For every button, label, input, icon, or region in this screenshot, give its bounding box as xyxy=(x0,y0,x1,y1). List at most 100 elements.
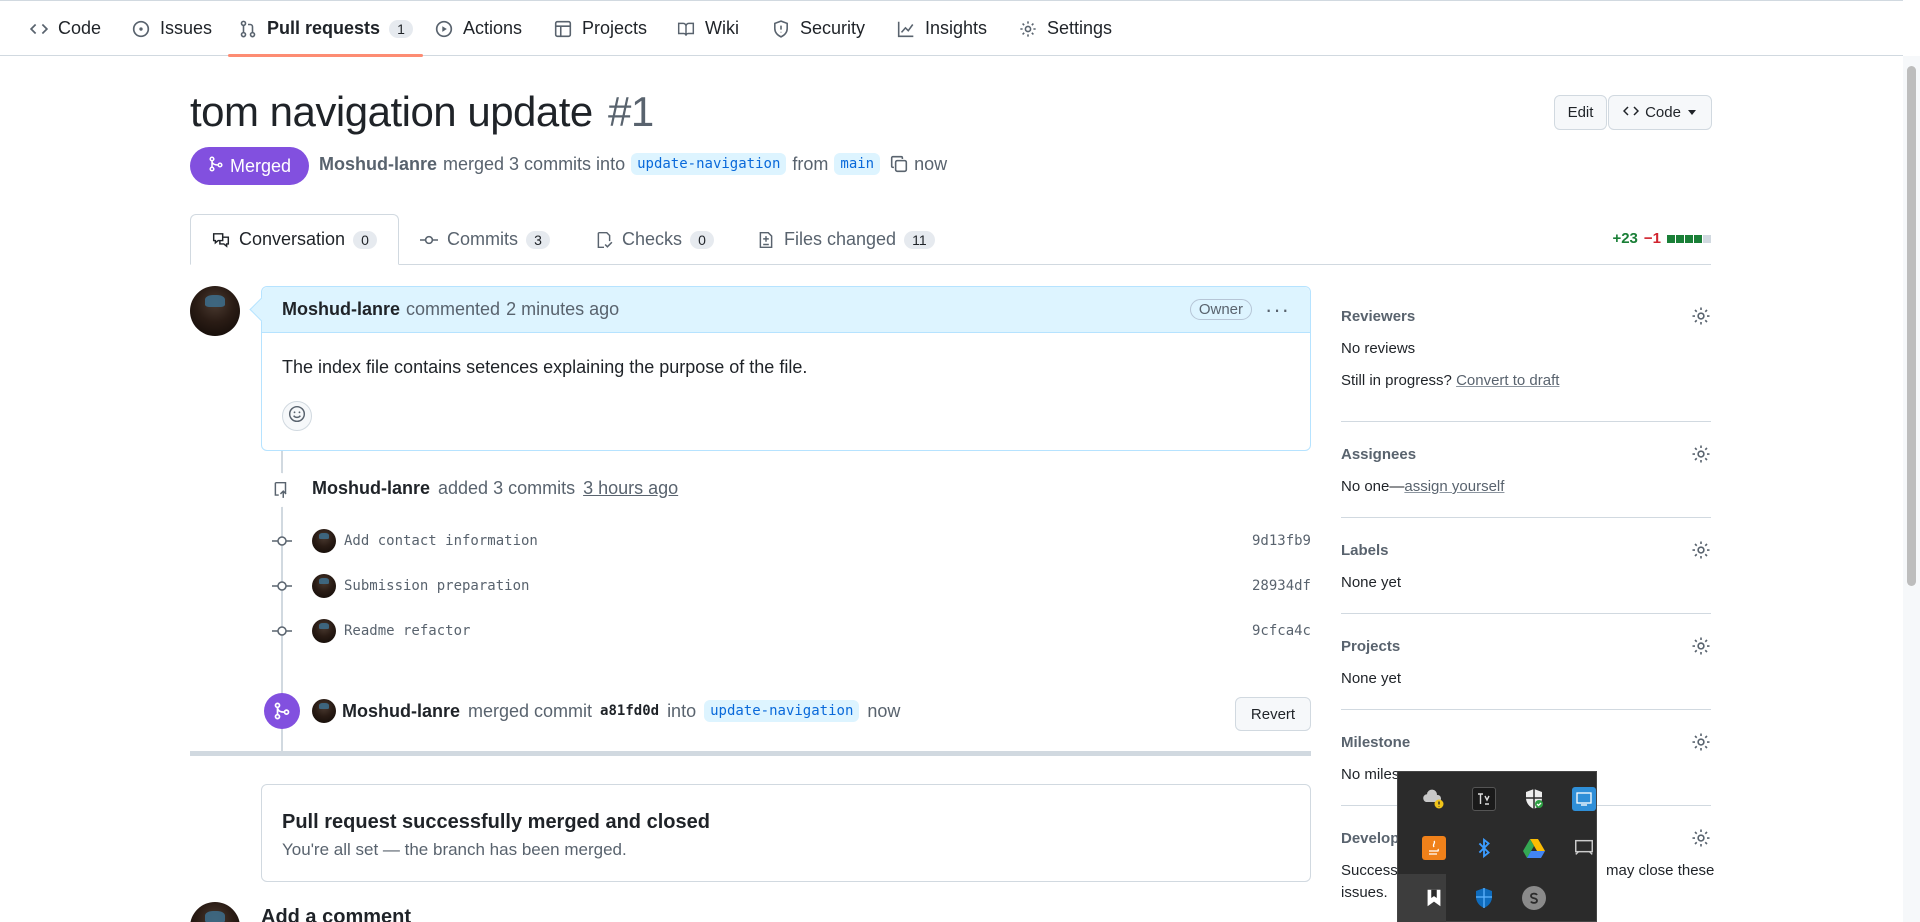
pr-author-link[interactable]: Moshud-lanre xyxy=(319,154,437,175)
tab-commits[interactable]: Commits 3 xyxy=(419,214,550,265)
tab-conversation[interactable]: Conversation 0 xyxy=(190,214,399,265)
repo-push-icon xyxy=(264,473,298,507)
gear-icon[interactable] xyxy=(1691,306,1711,326)
avatar[interactable] xyxy=(312,529,336,553)
git-merge-icon xyxy=(264,693,300,729)
revert-button[interactable]: Revert xyxy=(1235,697,1311,731)
tab-count: 0 xyxy=(690,230,715,249)
event-author[interactable]: Moshud-lanre xyxy=(312,478,430,499)
commit-sha[interactable]: 9cfca4c xyxy=(1252,623,1311,639)
avatar[interactable] xyxy=(312,699,336,723)
tab-insights[interactable]: Insights xyxy=(896,1,987,56)
code-dropdown-button[interactable]: Code xyxy=(1608,95,1712,130)
tab-pull-requests[interactable]: Pull requests 1 xyxy=(227,1,424,57)
tab-projects[interactable]: Projects xyxy=(553,1,647,56)
tab-issues[interactable]: Issues xyxy=(131,1,212,56)
avatar[interactable] xyxy=(190,286,240,336)
milestone-value: No miles xyxy=(1341,766,1400,783)
comment-action: commented xyxy=(406,299,501,319)
merged-status-box: Pull request successfully merged and clo… xyxy=(261,784,1311,882)
avatar[interactable] xyxy=(190,902,240,922)
bookmark-icon[interactable] xyxy=(1422,886,1446,910)
labels-title[interactable]: Labels xyxy=(1341,542,1389,559)
tab-label: Actions xyxy=(463,18,523,38)
bluetooth-icon[interactable] xyxy=(1472,836,1496,860)
copy-icon[interactable] xyxy=(890,155,908,173)
skype-icon[interactable] xyxy=(1522,886,1546,910)
gear-icon[interactable] xyxy=(1691,828,1711,848)
merged-label: Merged xyxy=(229,155,292,176)
onedrive-warning-icon[interactable] xyxy=(1422,787,1446,811)
tab-wiki[interactable]: Wiki xyxy=(676,1,739,56)
git-commit-icon xyxy=(270,534,294,548)
tab-settings[interactable]: Settings xyxy=(1018,1,1112,56)
merged-time: now xyxy=(914,153,948,174)
monitor-app-icon[interactable] xyxy=(1572,787,1596,811)
sidebar-assignees: Assignees No one—assign yourself xyxy=(1341,422,1711,518)
avatar[interactable] xyxy=(312,619,336,643)
gear-icon[interactable] xyxy=(1691,540,1711,560)
projects-value: None yet xyxy=(1341,670,1402,687)
tab-code[interactable]: Code xyxy=(29,1,101,56)
assign-yourself-link[interactable]: assign yourself xyxy=(1404,478,1504,495)
kebab-horizontal-icon[interactable]: ··· xyxy=(1265,297,1290,323)
commit-message[interactable]: Submission preparation xyxy=(344,578,529,594)
comment-discussion-icon xyxy=(211,230,231,250)
git-commit-icon xyxy=(270,624,294,638)
commit-sha[interactable]: 9d13fb9 xyxy=(1252,533,1311,549)
commit-row[interactable]: Readme refactor 9cfca4c xyxy=(270,616,1311,646)
commit-row[interactable]: Add contact information 9d13fb9 xyxy=(270,526,1311,556)
labels-value: None yet xyxy=(1341,574,1402,591)
avatar[interactable] xyxy=(312,574,336,598)
shield-check-icon[interactable] xyxy=(1522,787,1546,811)
defender-icon[interactable] xyxy=(1472,886,1496,910)
gear-icon[interactable] xyxy=(1691,444,1711,464)
event-time[interactable]: 3 hours ago xyxy=(583,478,678,499)
convert-to-draft-link[interactable]: Convert to draft xyxy=(1456,372,1559,389)
merged-status-badge: Merged xyxy=(190,147,309,185)
play-icon xyxy=(434,19,454,39)
issue-icon xyxy=(131,19,151,39)
code-icon xyxy=(1623,103,1640,123)
display-icon[interactable] xyxy=(1572,836,1596,860)
development-title[interactable]: Develop xyxy=(1341,830,1399,847)
tab-files-changed[interactable]: Files changed 11 xyxy=(756,214,935,265)
gear-icon[interactable] xyxy=(1691,732,1711,752)
milestone-title[interactable]: Milestone xyxy=(1341,734,1410,751)
merge-branch[interactable]: update-navigation xyxy=(704,700,860,722)
gear-icon xyxy=(1018,19,1038,39)
page-scrollbar[interactable] xyxy=(1903,56,1920,922)
base-branch[interactable]: update-navigation xyxy=(631,153,787,175)
commit-message[interactable]: Readme refactor xyxy=(344,623,470,639)
comment-author[interactable]: Moshud-lanre xyxy=(282,299,400,320)
tab-security[interactable]: Security xyxy=(771,1,865,56)
reviewers-title[interactable]: Reviewers xyxy=(1341,308,1415,325)
google-drive-icon[interactable] xyxy=(1522,836,1546,860)
tab-actions[interactable]: Actions xyxy=(434,1,522,56)
tab-count: 11 xyxy=(904,230,935,249)
comment-time[interactable]: 2 minutes ago xyxy=(506,299,619,320)
projects-title[interactable]: Projects xyxy=(1341,638,1400,655)
commit-sha[interactable]: 28934df xyxy=(1252,578,1311,594)
add-reaction-button[interactable] xyxy=(282,401,312,431)
comment-body: The index file contains setences explain… xyxy=(282,357,808,377)
head-branch[interactable]: main xyxy=(834,153,881,175)
commit-message[interactable]: Add contact information xyxy=(344,533,538,549)
assignees-title[interactable]: Assignees xyxy=(1341,446,1416,463)
event-time: now xyxy=(867,700,901,721)
diffstat-blocks xyxy=(1667,234,1711,243)
tab-label: Issues xyxy=(160,18,213,38)
from-text: from xyxy=(792,153,829,174)
merge-commit-sha[interactable]: a81fd0d xyxy=(600,703,659,719)
gear-icon[interactable] xyxy=(1691,636,1711,656)
commit-row[interactable]: Submission preparation 28934df xyxy=(270,571,1311,601)
event-action: added 3 commits xyxy=(438,478,576,498)
edit-button[interactable]: Edit xyxy=(1554,95,1607,130)
java-icon[interactable] xyxy=(1422,836,1446,860)
app-icon[interactable] xyxy=(1472,787,1496,811)
scrollbar-thumb[interactable] xyxy=(1907,66,1916,586)
event-author[interactable]: Moshud-lanre xyxy=(342,701,460,722)
tab-checks[interactable]: Checks 0 xyxy=(594,214,715,265)
sidebar-labels: Labels None yet xyxy=(1341,518,1711,614)
revert-label: Revert xyxy=(1250,705,1296,723)
